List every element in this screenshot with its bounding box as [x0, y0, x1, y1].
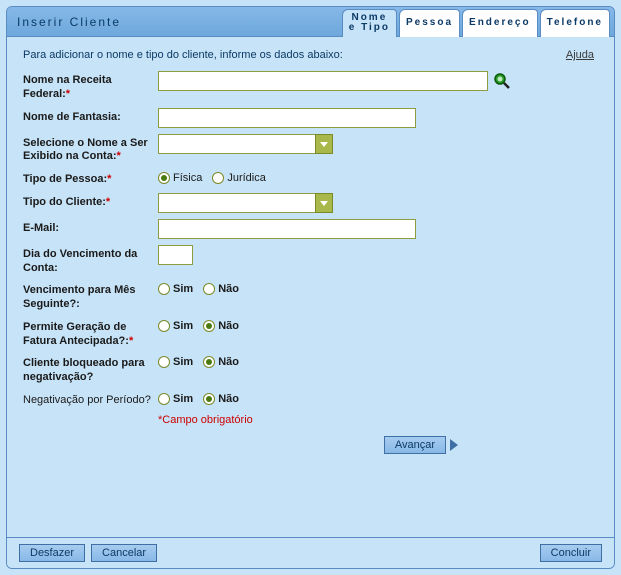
input-nome-receita[interactable]: [158, 71, 488, 91]
input-email[interactable]: [158, 219, 416, 239]
radio-bloq-nao[interactable]: Não: [203, 356, 239, 368]
cancelar-button[interactable]: Cancelar: [91, 544, 157, 562]
instruction-row: Para adicionar o nome e tipo do cliente,…: [23, 49, 598, 61]
help-link[interactable]: Ajuda: [566, 49, 594, 61]
chevron-down-icon[interactable]: [315, 193, 333, 213]
concluir-button[interactable]: Concluir: [540, 544, 602, 562]
search-icon[interactable]: [492, 71, 512, 91]
label-neg-periodo: Negativação por Período?: [23, 391, 158, 408]
chevron-down-icon[interactable]: [315, 134, 333, 154]
select-tipo-cliente[interactable]: [158, 193, 333, 213]
input-dia-vencimento: [158, 245, 193, 265]
label-tipo-cliente: Tipo do Cliente:*: [23, 193, 158, 210]
select-nome-exibido[interactable]: [158, 134, 333, 154]
label-fatura-antecipada: Permite Geração de Fatura Antecipada?:*: [23, 318, 158, 349]
titlebar: Inserir Cliente Nome e Tipo Pessoa Ender…: [7, 7, 614, 37]
window-title: Inserir Cliente: [17, 15, 121, 29]
label-nome-exibido: Selecione o Nome a Ser Exibido na Conta:…: [23, 134, 158, 165]
desfazer-button[interactable]: Desfazer: [19, 544, 85, 562]
instruction-text: Para adicionar o nome e tipo do cliente,…: [23, 49, 343, 61]
label-nome-receita: Nome na Receita Federal:*: [23, 71, 158, 102]
tab-endereco[interactable]: Endereço: [462, 9, 538, 37]
tabs: Nome e Tipo Pessoa Endereço Telefone: [340, 7, 610, 37]
label-nome-fantasia: Nome de Fantasia:: [23, 108, 158, 125]
tab-nome-tipo[interactable]: Nome e Tipo: [342, 9, 397, 37]
label-cliente-bloqueado: Cliente bloqueado para negativação?: [23, 354, 158, 385]
tab-pessoa[interactable]: Pessoa: [399, 9, 460, 37]
label-email: E-Mail:: [23, 219, 158, 236]
form-content: Para adicionar o nome e tipo do cliente,…: [7, 37, 614, 472]
radio-fatura-nao[interactable]: Não: [203, 320, 239, 332]
label-dia-vencimento: Dia do Vencimento da Conta:: [23, 245, 158, 276]
radio-fatura-sim[interactable]: Sim: [158, 320, 193, 332]
avancar-button[interactable]: Avançar: [384, 436, 446, 454]
radio-bloq-sim[interactable]: Sim: [158, 356, 193, 368]
dialog-window: Inserir Cliente Nome e Tipo Pessoa Ender…: [6, 6, 615, 569]
radio-juridica[interactable]: Jurídica: [212, 172, 266, 184]
label-venc-mes-seguinte: Vencimento para Mês Seguinte?:: [23, 281, 158, 312]
radio-neg-sim[interactable]: Sim: [158, 393, 193, 405]
radio-venc-nao[interactable]: Não: [203, 283, 239, 295]
footer: Desfazer Cancelar Concluir: [7, 537, 614, 568]
radio-neg-nao[interactable]: Não: [203, 393, 239, 405]
tab-telefone[interactable]: Telefone: [540, 9, 610, 37]
radio-fisica[interactable]: Física: [158, 172, 202, 184]
arrow-right-icon: [450, 439, 458, 451]
radio-venc-sim[interactable]: Sim: [158, 283, 193, 295]
required-note: *Campo obrigatório: [158, 414, 598, 426]
input-nome-fantasia[interactable]: [158, 108, 416, 128]
label-tipo-pessoa: Tipo de Pessoa:*: [23, 170, 158, 187]
